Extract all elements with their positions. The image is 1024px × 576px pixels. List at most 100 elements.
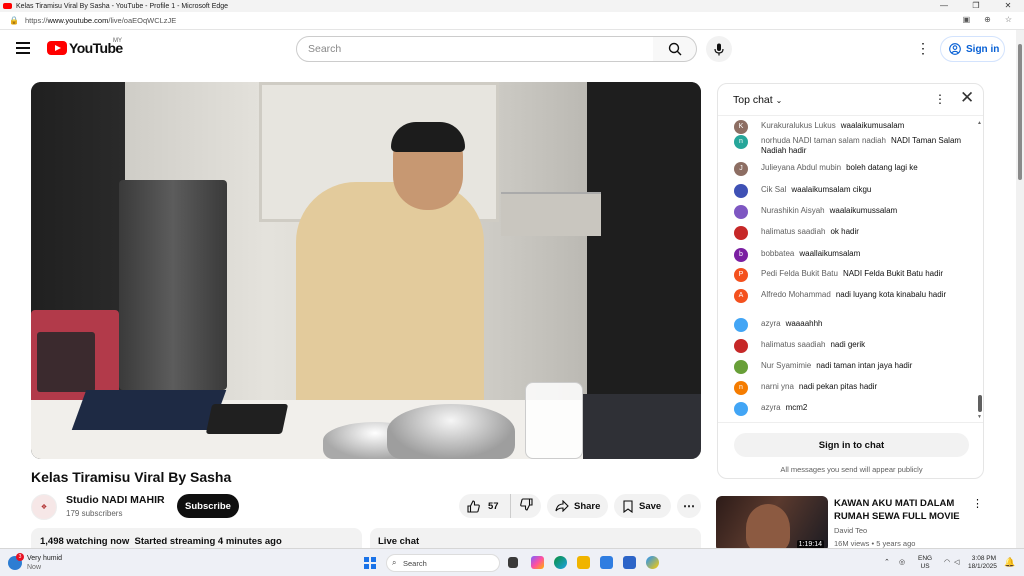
like-button[interactable]: 57 [459, 494, 511, 518]
system-clock[interactable]: 3:08 PM 18/1/2025 [968, 555, 997, 571]
chat-mode-dropdown[interactable]: Top chat ⌄ [733, 94, 782, 106]
edge-browser-icon[interactable] [554, 556, 567, 569]
chat-author[interactable]: Nur Syamimie [761, 361, 811, 370]
chat-message-body: halimatus saadiah ok hadir [761, 227, 974, 237]
scroll-up-icon[interactable]: ▲ [977, 120, 982, 126]
scroll-down-icon[interactable]: ▼ [977, 414, 982, 420]
file-explorer-icon[interactable] [577, 556, 590, 569]
chat-author[interactable]: Pedi Felda Bukit Batu [761, 269, 838, 278]
zoom-icon[interactable]: ⊕ [984, 15, 991, 24]
wifi-icon[interactable]: ◠ [944, 558, 950, 566]
windows-start-icon[interactable] [364, 557, 376, 569]
chat-message-body: Julieyana Abdul mubin boleh datang lagi k… [761, 163, 974, 173]
recommended-video-thumbnail[interactable]: 1:19:14 [716, 496, 828, 552]
more-actions-button[interactable]: ⋯ [677, 494, 701, 518]
chat-message-list[interactable]: K Kurakuralukus Lukus waalaikumusalam n norh… [718, 116, 983, 422]
chat-author[interactable]: halimatus saadiah [761, 227, 825, 236]
chat-avatar[interactable]: P [734, 268, 748, 282]
chat-author[interactable]: bobbatea [761, 249, 794, 258]
live-chat-panel: Top chat ⌄ ⋮ ✕ K Kurakuralukus Lukus waala… [717, 83, 984, 479]
share-button[interactable]: Share [547, 494, 608, 518]
chat-avatar[interactable]: b [734, 248, 748, 262]
voice-search-button[interactable] [706, 36, 732, 62]
chat-avatar[interactable] [734, 184, 748, 198]
sign-in-button[interactable]: Sign in [940, 36, 1005, 62]
chat-avatar[interactable] [734, 360, 748, 374]
chat-message-body: Nurashikin Aisyah waalaikumussalam [761, 206, 974, 216]
network-icon[interactable]: ◎ [899, 558, 905, 566]
tray-overflow-icon[interactable]: ⌃ [884, 558, 890, 566]
volume-icon[interactable]: ◁ [954, 558, 959, 566]
address-bar[interactable]: 🔒 https://www.youtube.com/live/oaEOqWCLz… [0, 12, 1024, 30]
chat-author[interactable]: Nurashikin Aisyah [761, 206, 825, 215]
favorite-icon[interactable]: ☆ [1005, 15, 1012, 24]
chat-message: K Kurakuralukus Lukus waalaikumusalam [734, 120, 974, 134]
chat-avatar[interactable] [734, 226, 748, 240]
save-button[interactable]: Save [614, 494, 671, 518]
video-frame-shelf [501, 192, 601, 236]
chat-avatar[interactable] [734, 205, 748, 219]
taskbar-search-label: Search [403, 558, 427, 568]
taskbar-search-box[interactable]: ⌕ Search [386, 554, 500, 572]
minimize-icon[interactable]: — [928, 0, 960, 12]
chat-author[interactable]: narni yna [761, 382, 794, 391]
task-view-icon[interactable] [508, 557, 518, 568]
notifications-bell-icon[interactable]: 🔔 [1004, 557, 1015, 568]
recommended-video-title[interactable]: KAWAN AKU MATI DALAM RUMAH SEWA FULL MOV… [834, 497, 962, 523]
chat-author[interactable]: Cik Sal [761, 185, 786, 194]
chat-author[interactable]: azyra [761, 403, 781, 412]
chat-author[interactable]: norhuda NADI taman salam nadiah [761, 136, 886, 145]
chat-avatar[interactable]: n [734, 381, 748, 395]
app-icon[interactable] [646, 556, 659, 569]
close-window-icon[interactable]: ✕ [992, 0, 1024, 12]
mail-icon[interactable] [600, 556, 613, 569]
recommended-video-menu-icon[interactable]: ⋮ [972, 497, 983, 510]
youtube-logo[interactable]: YouTube MY [47, 38, 123, 56]
live-chat-label: Live chat [378, 536, 420, 547]
sign-in-to-chat-button[interactable]: Sign in to chat [734, 433, 969, 457]
description-box[interactable]: 1,498 watching now Started streaming 4 m… [31, 528, 362, 550]
chat-avatar[interactable]: n [734, 135, 748, 149]
chat-avatar[interactable] [734, 318, 748, 332]
url-text[interactable]: https://www.youtube.com/live/oaEOqWCLzJE [25, 16, 176, 25]
chevron-down-icon: ⌄ [775, 96, 783, 105]
chat-message-body: azyra waaaahhh [761, 319, 974, 329]
chat-avatar[interactable] [734, 402, 748, 416]
window-title: Kelas Tiramisu Viral By Sasha - YouTube … [16, 2, 229, 10]
chat-scrollbar-thumb[interactable] [978, 395, 982, 412]
channel-name[interactable]: Studio NADI MAHIR [66, 494, 165, 506]
dislike-button[interactable] [511, 498, 533, 514]
channel-avatar[interactable]: ❖ [31, 494, 57, 520]
search-input[interactable]: Search [296, 36, 654, 62]
menu-icon[interactable] [16, 42, 30, 54]
copilot-icon[interactable] [531, 556, 544, 569]
close-chat-icon[interactable]: ✕ [960, 88, 974, 108]
lock-icon[interactable]: 🔒 [9, 16, 19, 25]
chat-avatar[interactable]: A [734, 289, 748, 303]
window-controls: — ❐ ✕ [928, 0, 1024, 12]
restore-icon[interactable]: ❐ [960, 0, 992, 12]
subscribe-button[interactable]: Subscribe [177, 494, 239, 518]
chat-avatar[interactable]: J [734, 162, 748, 176]
chat-avatar[interactable] [734, 339, 748, 353]
page-scrollbar[interactable] [1016, 30, 1024, 548]
chat-more-icon[interactable]: ⋮ [934, 92, 946, 106]
chat-avatar[interactable]: K [734, 120, 748, 134]
chat-author[interactable]: Alfredo Mohammad [761, 290, 831, 299]
youtube-header: YouTube MY Search ⋮ Sign in [0, 30, 1016, 68]
video-player[interactable] [31, 82, 701, 459]
chat-author[interactable]: azyra [761, 319, 781, 328]
language-indicator[interactable]: ENG US [918, 555, 932, 571]
app-available-icon[interactable]: ▣ [963, 15, 971, 24]
page-scrollbar-thumb[interactable] [1018, 44, 1022, 180]
chat-author[interactable]: Kurakuralukus Lukus [761, 121, 836, 130]
chat-message: halimatus saadiah ok hadir [734, 226, 974, 240]
chat-scrollbar[interactable]: ▲ ▼ [977, 120, 983, 420]
chat-message: b bobbatea waallaikumsalam [734, 248, 974, 262]
settings-more-icon[interactable]: ⋮ [916, 40, 930, 57]
store-icon[interactable] [623, 556, 636, 569]
chat-author[interactable]: Julieyana Abdul mubin [761, 163, 841, 172]
recommended-video-channel[interactable]: David Teo [834, 526, 867, 535]
search-button[interactable] [653, 36, 697, 62]
chat-author[interactable]: halimatus saadiah [761, 340, 825, 349]
